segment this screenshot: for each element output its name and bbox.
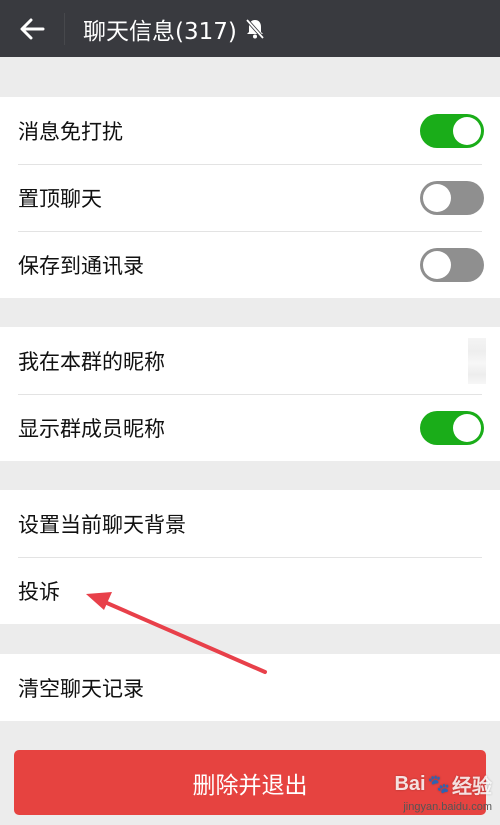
delete-button-label: 删除并退出 xyxy=(192,772,308,799)
row-label: 保存到通讯录 xyxy=(18,253,144,278)
arrow-left-icon xyxy=(20,18,45,39)
watermark-url: jingyan.baidu.com xyxy=(403,801,492,813)
row-label: 置顶聊天 xyxy=(18,186,102,211)
toggle-knob xyxy=(453,116,481,145)
header-divider xyxy=(64,12,65,45)
paw-icon: 🐾 xyxy=(427,774,450,794)
baidu-jingyan-watermark: Bai 🐾 经验 jingyan.baidu.com xyxy=(394,770,492,813)
top-bar: 聊天信息(317) xyxy=(0,0,500,57)
row-label: 显示群成员昵称 xyxy=(18,416,165,441)
toggle-knob xyxy=(423,250,451,279)
toggle-knob xyxy=(453,413,481,442)
save-contacts-toggle[interactable] xyxy=(420,247,484,282)
settings-group-chat: 设置当前聊天背景 投诉 xyxy=(0,490,500,624)
page-title: 聊天信息(317) xyxy=(83,18,237,45)
row-pin-chat[interactable]: 置顶聊天 xyxy=(0,164,500,231)
row-label: 投诉 xyxy=(18,579,60,604)
row-complain[interactable]: 投诉 xyxy=(0,557,500,624)
pin-toggle[interactable] xyxy=(420,180,484,215)
row-clear-chat-history[interactable]: 清空聊天记录 xyxy=(0,654,500,721)
watermark-brand: Bai xyxy=(394,773,426,795)
settings-group-history: 清空聊天记录 xyxy=(0,654,500,721)
row-label: 设置当前聊天背景 xyxy=(18,512,186,537)
row-mute-notifications[interactable]: 消息免打扰 xyxy=(0,97,500,164)
mute-toggle[interactable] xyxy=(420,113,484,148)
row-show-member-nicknames[interactable]: 显示群成员昵称 xyxy=(0,394,500,461)
settings-group-nickname: 我在本群的昵称 显示群成员昵称 xyxy=(0,327,500,461)
watermark-logo: Bai 🐾 经验 xyxy=(394,770,492,799)
row-my-group-nickname[interactable]: 我在本群的昵称 xyxy=(0,327,500,394)
nickname-value-blurred xyxy=(468,337,486,384)
back-button[interactable] xyxy=(0,0,64,57)
show-nicknames-toggle[interactable] xyxy=(420,410,484,445)
row-save-to-contacts[interactable]: 保存到通讯录 xyxy=(0,231,500,298)
row-label: 消息免打扰 xyxy=(18,119,123,144)
row-set-chat-background[interactable]: 设置当前聊天背景 xyxy=(0,490,500,557)
row-label: 我在本群的昵称 xyxy=(18,349,165,374)
settings-group-notifications: 消息免打扰 置顶聊天 保存到通讯录 xyxy=(0,97,500,298)
bell-muted-icon xyxy=(245,18,265,40)
toggle-knob xyxy=(423,183,451,212)
watermark-brand-suffix: 经验 xyxy=(452,776,492,798)
row-label: 清空聊天记录 xyxy=(18,676,144,701)
